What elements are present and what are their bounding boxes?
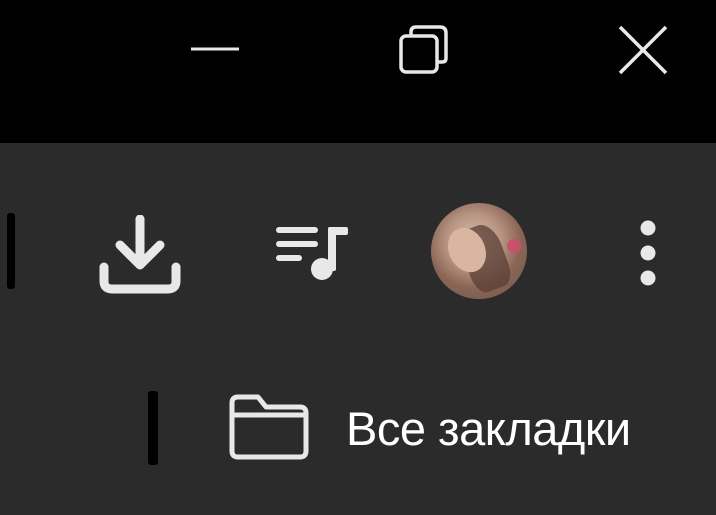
- browser-toolbar: [0, 143, 716, 343]
- minimize-button[interactable]: [160, 0, 270, 100]
- close-button[interactable]: [588, 0, 698, 100]
- bookmark-all-bookmarks[interactable]: Все закладки: [226, 383, 631, 473]
- download-icon: [99, 215, 181, 294]
- bookmarks-separator: [148, 391, 158, 465]
- profile-button[interactable]: [428, 200, 530, 302]
- folder-icon: [229, 394, 309, 460]
- profile-avatar: [431, 203, 527, 299]
- close-icon: [618, 25, 668, 75]
- minimize-icon: [191, 47, 239, 51]
- title-bar: [0, 0, 716, 143]
- bookmark-label: Все закладки: [346, 401, 631, 455]
- restore-button[interactable]: [370, 0, 480, 100]
- downloads-button[interactable]: [90, 205, 190, 305]
- media-queue-icon: [276, 227, 348, 280]
- browser-menu-button[interactable]: [620, 203, 676, 303]
- restore-icon: [399, 25, 448, 74]
- toolbar-separator: [7, 213, 15, 289]
- more-vertical-icon: [640, 220, 656, 286]
- media-controls-button[interactable]: [262, 203, 362, 303]
- bookmarks-bar: Все закладки: [0, 343, 716, 515]
